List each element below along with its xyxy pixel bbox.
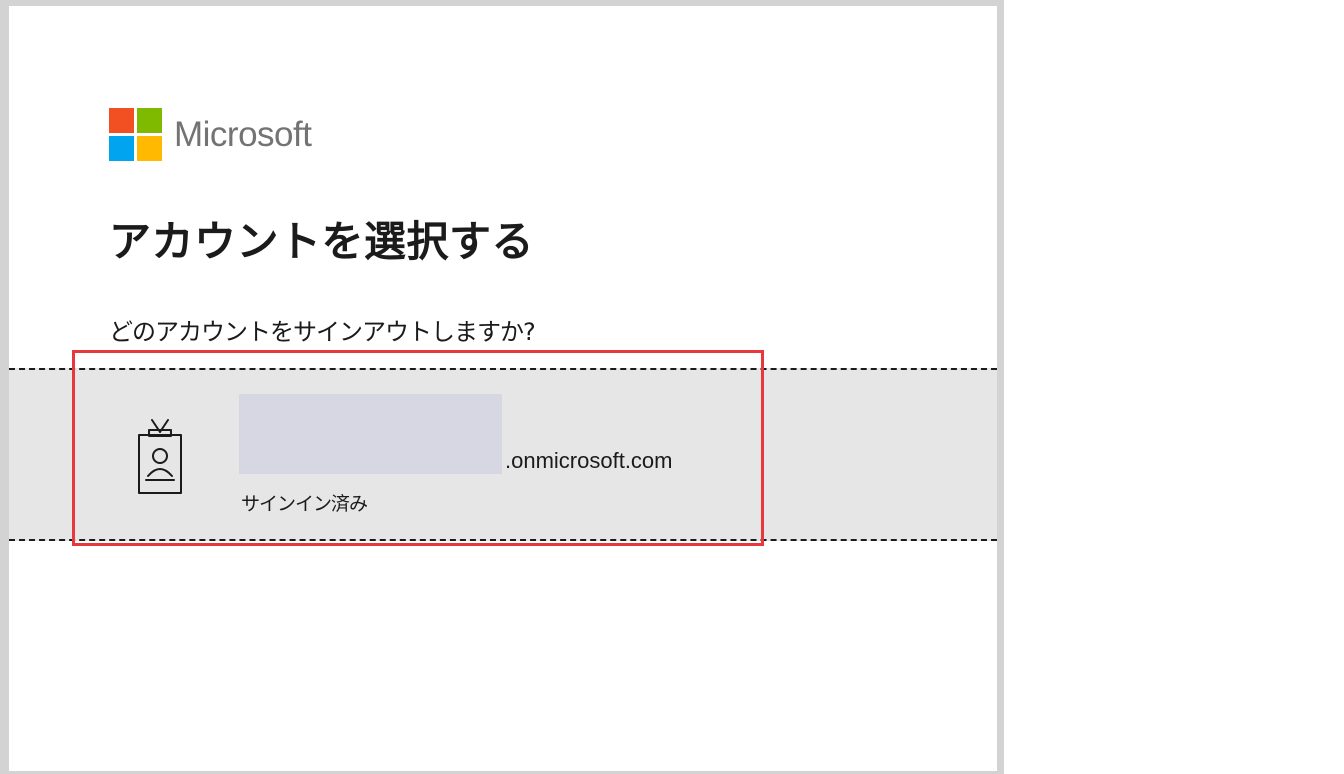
account-picker-dialog: Microsoft アカウントを選択する どのアカウントをサインアウトしますか?… <box>0 0 1004 774</box>
account-email-domain: .onmicrosoft.com <box>505 448 673 473</box>
account-tile[interactable]: .onmicrosoft.com サインイン済み <box>9 368 997 541</box>
logo-square-blue <box>109 136 134 161</box>
brand-name: Microsoft <box>174 114 312 154</box>
email-redaction <box>239 394 502 474</box>
microsoft-logo: Microsoft <box>109 108 312 161</box>
account-status: サインイン済み <box>241 493 368 515</box>
logo-square-red <box>109 108 134 133</box>
badge-icon <box>138 419 182 494</box>
logo-square-yellow <box>137 136 162 161</box>
page-prompt: どのアカウントをサインアウトしますか? <box>109 318 536 346</box>
microsoft-logo-icon <box>109 108 162 161</box>
page-title: アカウントを選択する <box>109 217 535 266</box>
logo-square-green <box>137 108 162 133</box>
